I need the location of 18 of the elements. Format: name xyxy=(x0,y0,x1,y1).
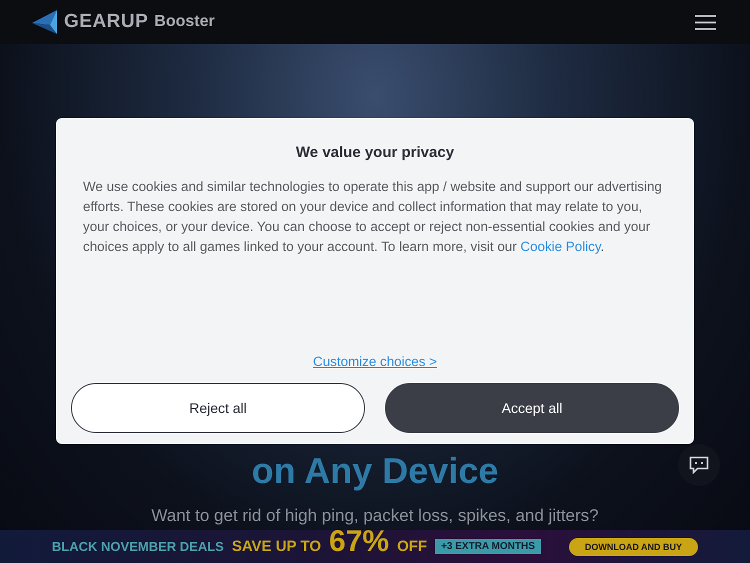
brand-name: GEARUP xyxy=(64,11,148,33)
download-buy-button[interactable]: DOWNLOAD AND BUY xyxy=(568,538,698,556)
menu-icon[interactable] xyxy=(695,14,716,30)
reject-all-button[interactable]: Reject all xyxy=(71,383,365,433)
product-name: Booster xyxy=(154,13,215,31)
promo-tag: +3 EXTRA MONTHS xyxy=(435,539,541,554)
consent-text: We use cookies and similar technologies to operate this app / website and support our advertising efforts. These cookies are stored on your device and collect information that may relate to you, your choices, or your device. You can choose to accept or reject non-essential cookies and your choices apply to all games linked to your account. To learn more, visit our Cookie Policy. xyxy=(83,178,663,256)
promo-title: BLACK NOVEMBER DEALS xyxy=(52,539,224,554)
promo-off-text: OFF xyxy=(397,538,428,555)
hero-headline: on Any Device xyxy=(252,450,498,492)
accept-all-button[interactable]: Accept all xyxy=(385,383,679,433)
logo-icon xyxy=(30,9,58,35)
dialog-title: We value your privacy xyxy=(294,144,456,161)
hero-subtitle: Want to get rid of high ping, packet loss, spikes, and jitters? xyxy=(151,506,599,526)
chat-icon xyxy=(689,456,709,474)
chat-button[interactable] xyxy=(678,444,720,486)
promo-save-text: SAVE UP TO xyxy=(232,538,322,555)
promo-banner[interactable]: BLACK NOVEMBER DEALS SAVE UP TO 67% OFF +3 EXTRA MONTHS DOWNLOAD AND BUY xyxy=(0,530,750,563)
